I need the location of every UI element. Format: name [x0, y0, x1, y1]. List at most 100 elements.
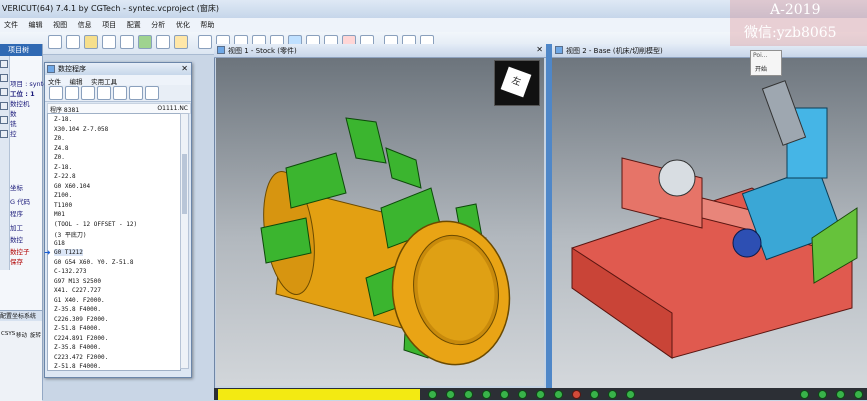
- nc-line[interactable]: Z-35.8 F4000.: [54, 344, 101, 351]
- nc-line[interactable]: C226.309 F2000.: [54, 316, 108, 323]
- menu-analysis[interactable]: 分析: [147, 18, 169, 30]
- new-project-icon[interactable]: [48, 35, 62, 49]
- nc-icon[interactable]: [0, 130, 8, 138]
- status-light-icon: [626, 390, 635, 399]
- tree-item-c[interactable]: 控: [10, 128, 17, 138]
- redo-icon[interactable]: [120, 35, 134, 49]
- viewport-1-canvas[interactable]: 左: [216, 58, 544, 386]
- reset-button-icon[interactable]: [854, 390, 863, 399]
- nc-code-list[interactable]: Z-18. X30.104 Z-7.058 Z0. Z4.8 Z0. Z-18.…: [47, 113, 181, 371]
- viewport-icon: [217, 46, 225, 54]
- nc-line[interactable]: (3 平底刀): [54, 230, 86, 239]
- menu-optimize[interactable]: 优化: [172, 18, 194, 30]
- tree-item-setup[interactable]: 工位 : 1: [10, 88, 35, 98]
- menu-project[interactable]: 项目: [98, 18, 120, 30]
- print-icon[interactable]: [129, 86, 143, 100]
- nc-line[interactable]: Z100.: [54, 192, 72, 199]
- menu-config[interactable]: 配置: [123, 18, 145, 30]
- status-light-icon: [608, 390, 617, 399]
- find-icon[interactable]: [81, 86, 95, 100]
- nc-line[interactable]: G0 G54 X60. Y0. Z-51.8: [54, 259, 133, 266]
- split-view-icon[interactable]: [145, 86, 159, 100]
- open-file-icon[interactable]: [49, 86, 63, 100]
- nc-line[interactable]: Z-18.: [54, 164, 72, 171]
- stock-part-model: [260, 117, 511, 366]
- nc-line[interactable]: M01: [54, 211, 65, 218]
- nc-line[interactable]: G97 M13 S2500: [54, 278, 101, 285]
- nc-line[interactable]: C223.472 F2000.: [54, 354, 108, 361]
- part-icon[interactable]: [0, 74, 8, 82]
- menu-help[interactable]: 帮助: [196, 18, 218, 30]
- tree-item-gcode[interactable]: G 代码: [10, 196, 30, 206]
- nc-window-title: 数控程序: [58, 65, 86, 73]
- open-project-icon[interactable]: [66, 35, 80, 49]
- tool-icon-small[interactable]: [0, 116, 8, 124]
- nc-program-window: 数控程序 ✕ 文件 编辑 实用工具 程序 8381 O1111.NC Z-18.…: [44, 62, 192, 378]
- settings-icon[interactable]: [174, 35, 188, 49]
- nc-line[interactable]: Z0.: [54, 154, 65, 161]
- menu-file[interactable]: 文件: [0, 18, 22, 30]
- nc-line[interactable]: Z4.8: [54, 145, 68, 152]
- menu-view[interactable]: 视图: [49, 18, 71, 30]
- nc-line-current[interactable]: G0 T1212: [54, 249, 83, 256]
- watermark-line-1: A-2019: [770, 2, 821, 18]
- tree-item-save[interactable]: 保存: [10, 256, 23, 266]
- nc-line[interactable]: G0 X60.104: [54, 183, 90, 190]
- nc-line[interactable]: Z-51.8 F4000.: [54, 325, 101, 332]
- tree-item-b[interactable]: 铣: [10, 118, 17, 128]
- tree-item-program[interactable]: 程序: [10, 208, 23, 218]
- nc-line[interactable]: (TOOL - 12 OFFSET - 12): [54, 221, 137, 228]
- tree-item-nc-sub[interactable]: 数控子: [10, 246, 30, 256]
- status-light-icon: [464, 390, 473, 399]
- nc-line[interactable]: X30.104 Z-7.058: [54, 126, 108, 133]
- step-button-icon[interactable]: [818, 390, 827, 399]
- status-light-icon: [446, 390, 455, 399]
- nc-line[interactable]: Z0.: [54, 135, 65, 142]
- viewport-1-close-icon[interactable]: ✕: [536, 45, 543, 54]
- tree-item-a[interactable]: 数: [10, 108, 17, 118]
- view-cube[interactable]: 左: [494, 60, 540, 106]
- view-icon[interactable]: [198, 35, 212, 49]
- watermark-line-2: 微信:yzb8065: [744, 25, 837, 41]
- edit-file-icon[interactable]: [65, 86, 79, 100]
- view-cube-face[interactable]: 左: [500, 66, 532, 98]
- menu-edit[interactable]: 编辑: [25, 18, 47, 30]
- nc-line[interactable]: C-132.273: [54, 268, 87, 275]
- reset-icon[interactable]: [138, 35, 152, 49]
- scrollbar-thumb[interactable]: [182, 154, 187, 214]
- viewport-2-canvas[interactable]: [552, 58, 867, 388]
- layout-icon[interactable]: [156, 35, 170, 49]
- csys-tab[interactable]: CSYS: [1, 331, 15, 337]
- project-tree-header: 项目树: [0, 44, 42, 56]
- menu-info[interactable]: 信息: [74, 18, 96, 30]
- tree-item-nc[interactable]: 数控: [10, 234, 23, 244]
- nc-line[interactable]: T1100: [54, 202, 72, 209]
- nc-line[interactable]: C224.891 F2000.: [54, 335, 108, 342]
- nc-line[interactable]: Z-22.8: [54, 173, 76, 180]
- wrench-icon[interactable]: [0, 60, 8, 68]
- csys-icon[interactable]: [0, 102, 8, 110]
- play-button-icon[interactable]: [800, 390, 809, 399]
- tree-item-cnc[interactable]: 数控机: [10, 98, 30, 108]
- nc-scrollbar[interactable]: [180, 113, 189, 369]
- step-icon[interactable]: [113, 86, 127, 100]
- nc-line[interactable]: Z-51.8 F4000.: [54, 363, 101, 370]
- save-project-icon[interactable]: [84, 35, 98, 49]
- machine-icon-small[interactable]: [0, 88, 8, 96]
- rotate-tab[interactable]: 旋转: [30, 331, 41, 339]
- goto-line-icon[interactable]: [97, 86, 111, 100]
- undo-icon[interactable]: [102, 35, 116, 49]
- nc-line[interactable]: Z-35.8 F4000.: [54, 306, 101, 313]
- nc-line[interactable]: X41. C227.727: [54, 287, 101, 294]
- tree-item-coords[interactable]: 坐标: [10, 182, 23, 192]
- nc-line[interactable]: G1 X40. F2000.: [54, 297, 105, 304]
- progress-bar-fill: [218, 389, 420, 400]
- stop-button-icon[interactable]: [836, 390, 845, 399]
- nc-line[interactable]: G18: [54, 240, 65, 247]
- popup-start-button[interactable]: 开始: [755, 64, 767, 73]
- close-icon[interactable]: ✕: [181, 64, 188, 73]
- move-tab[interactable]: 移动: [16, 331, 27, 339]
- nc-window-header: 数控程序 ✕: [45, 63, 191, 75]
- tree-item-machining[interactable]: 加工: [10, 222, 23, 232]
- nc-line[interactable]: Z-18.: [54, 116, 72, 123]
